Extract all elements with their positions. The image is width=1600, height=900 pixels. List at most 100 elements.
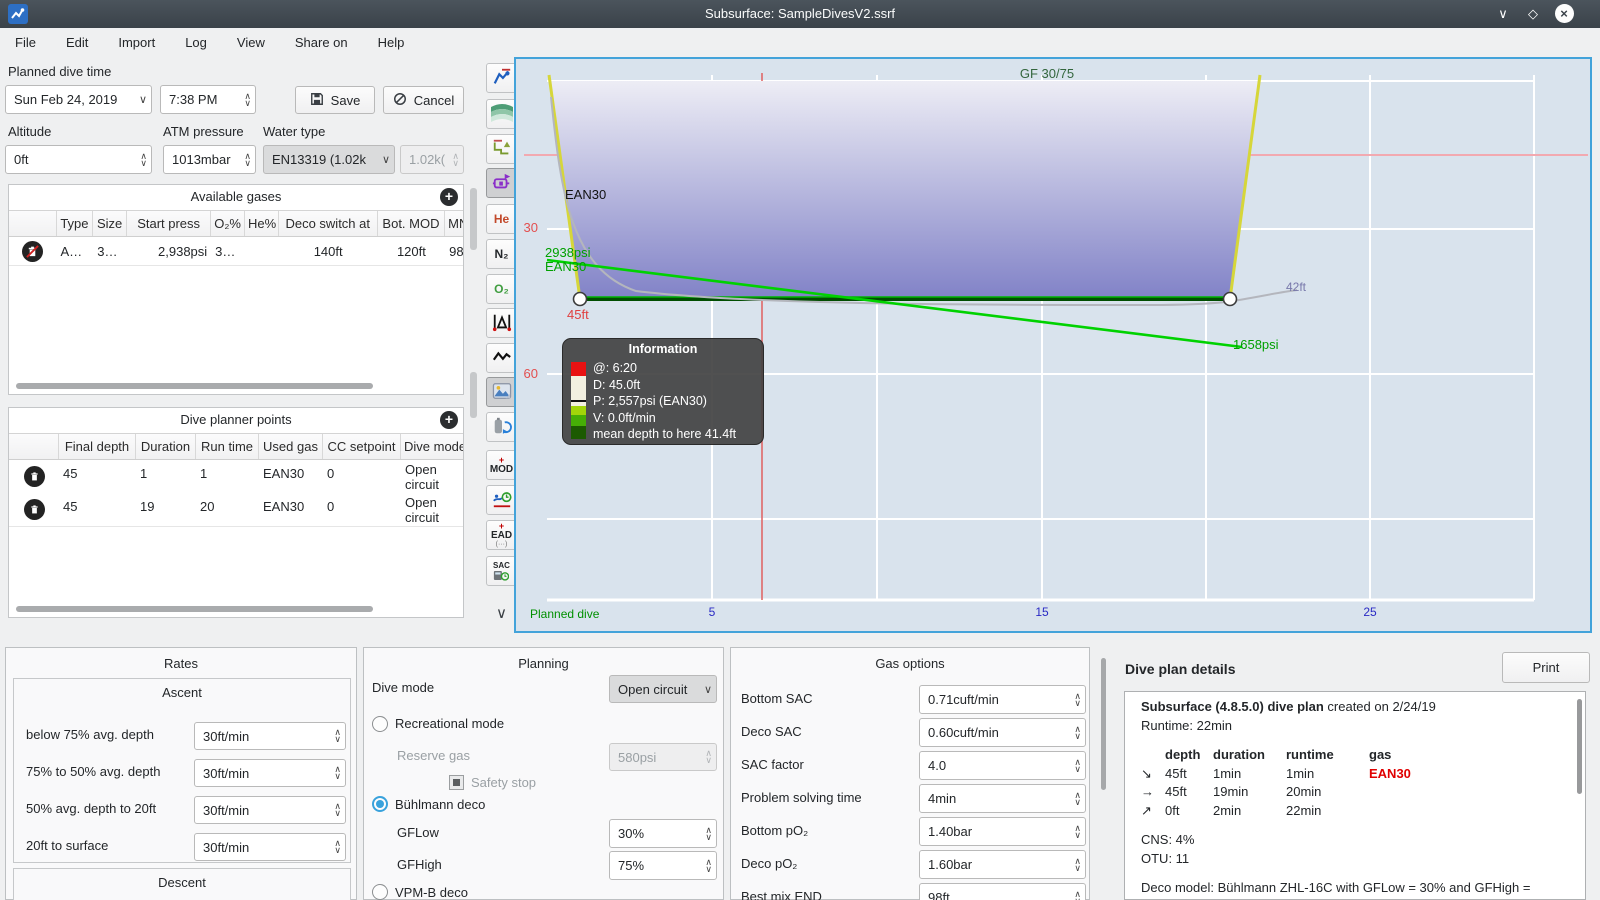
plan-runtime: Runtime: 22min — [1141, 717, 1233, 733]
tank-pressure-toggle-button[interactable] — [486, 168, 517, 198]
delete-point-button[interactable] — [9, 493, 59, 526]
bottom-po2-spinner[interactable]: 1.40bar ∧ ∨ — [919, 817, 1086, 846]
chart-info-tooltip: Information @: 6:20 D: 45.0ft P: 2,557ps… — [562, 338, 764, 445]
rates-title: Rates — [164, 656, 198, 671]
gas-table-row[interactable]: A… 3… 2,938psi 3… 140ft 120ft 98f — [9, 238, 463, 266]
gfhigh-spinner[interactable]: 75% ∧ ∨ — [609, 851, 717, 880]
dive-date-select[interactable]: Sun Feb 24, 2019 ∨ — [5, 85, 152, 114]
salinity-spinner: 1.02k( ∧ ∨ — [400, 145, 464, 174]
delete-gas-button[interactable] — [9, 238, 57, 265]
ead-toggle-button[interactable]: + EAD (···) — [486, 520, 517, 550]
n2-graph-button[interactable]: N₂ — [486, 239, 517, 269]
menu-help[interactable]: Help — [363, 28, 420, 58]
spin-down-icon: ∨ — [705, 755, 712, 765]
minimize-button[interactable]: ∨ — [1492, 4, 1514, 24]
bottom-sac-spinner[interactable]: 0.71cuft/min ∧ ∨ — [919, 685, 1086, 714]
gf-annotation: GF 30/75 — [1019, 66, 1075, 81]
planner-points-title: Dive planner points — [180, 412, 292, 427]
spin-down-icon: ∨ — [334, 734, 341, 744]
cancel-button[interactable]: Cancel — [383, 86, 464, 114]
recreational-mode-radio[interactable] — [372, 716, 388, 732]
menu-import[interactable]: Import — [103, 28, 170, 58]
best-mix-end-spinner[interactable]: 98ft ∧∨ — [919, 883, 1086, 900]
profile-toggle-button[interactable] — [486, 63, 517, 93]
spin-down-icon: ∨ — [1074, 730, 1081, 741]
available-gases-title: Available gases — [190, 189, 282, 204]
bottom-sac-label: Bottom SAC — [741, 691, 813, 706]
window-title: Subsurface: SampleDivesV2.ssrf — [704, 6, 896, 21]
problem-time-spinner[interactable]: 4min ∧ ∨ — [919, 784, 1086, 813]
available-gases-header: Type Size Start press O₂% He% Deco switc… — [9, 210, 463, 237]
toolbar-scroll-down-button[interactable]: ∨ — [486, 600, 517, 626]
deco-sac-spinner[interactable]: 0.60cuft/min ∧ ∨ — [919, 718, 1086, 747]
ascent-rate-spinner[interactable]: 30ft/min ∧ ∨ — [194, 833, 346, 861]
ndl-toggle-button[interactable] — [486, 485, 517, 515]
o2-graph-button[interactable]: O₂ — [486, 274, 517, 304]
altitude-spinner[interactable]: 0ft ∧ ∨ — [5, 145, 152, 174]
dive-mode-select[interactable]: Open circuit ∨ — [609, 675, 717, 703]
start-gas-label: EAN30 — [545, 259, 587, 274]
menu-file[interactable]: File — [0, 28, 51, 58]
tooltip-time: @: 6:20 — [593, 361, 637, 375]
tooltip-title: Information — [628, 342, 698, 356]
add-gas-button[interactable]: + — [440, 188, 458, 206]
ascent-rate-spinner[interactable]: 30ft/min ∧ ∨ — [194, 722, 346, 750]
menu-view[interactable]: View — [222, 28, 280, 58]
save-button[interactable]: Save — [295, 86, 375, 114]
ascent-rate-spinner[interactable]: 30ft/min ∧ ∨ — [194, 796, 346, 824]
deco-sac-label: Deco SAC — [741, 724, 802, 739]
left-panel-scrollbar[interactable] — [470, 372, 477, 418]
ceiling-toggle-button[interactable] — [486, 134, 517, 164]
heartrate-toggle-button[interactable] — [486, 343, 517, 373]
gflow-spinner[interactable]: 30% ∧ ∨ — [609, 819, 717, 848]
left-panel-scrollbar[interactable] — [470, 188, 477, 250]
time-tick-15: 15 — [1035, 605, 1049, 619]
atm-pressure-spinner[interactable]: 1013mbar ∧ ∨ — [163, 145, 256, 174]
water-type-label: Water type — [263, 124, 326, 139]
he-graph-button[interactable]: He — [486, 204, 517, 234]
titlebar[interactable]: Subsurface: SampleDivesV2.ssrf ∨ ◇ × — [0, 0, 1600, 28]
ascent-title: Ascent — [162, 685, 202, 700]
planner-point-row[interactable]: 45 1 1 EAN30 0 Open circuit — [9, 460, 463, 494]
print-button[interactable]: Print — [1502, 652, 1590, 683]
add-point-button[interactable]: + — [440, 411, 458, 429]
sac-factor-spinner[interactable]: 4.0 ∧ ∨ — [919, 751, 1086, 780]
tissues-toggle-button[interactable] — [486, 308, 517, 338]
sac-toggle-button[interactable]: SAC — [486, 556, 517, 586]
details-scrollbar[interactable] — [1101, 658, 1106, 790]
menu-log[interactable]: Log — [170, 28, 222, 58]
tooltip-mean-depth: mean depth to here 41.4ft — [593, 427, 737, 441]
oxygen-icon: O₂ — [494, 281, 509, 296]
sac-factor-label: SAC factor — [741, 757, 804, 772]
safety-stop-checkbox[interactable] — [449, 775, 464, 790]
menu-share-on[interactable]: Share on — [280, 28, 363, 58]
spin-down-icon: ∨ — [334, 845, 341, 855]
water-layers-button[interactable] — [486, 99, 517, 129]
altitude-label: Altitude — [8, 124, 52, 139]
deco-po2-spinner[interactable]: 1.60bar ∧ ∨ — [919, 850, 1086, 879]
menu-edit[interactable]: Edit — [51, 28, 103, 58]
points-horizontal-scrollbar[interactable] — [16, 606, 373, 612]
planned-dive-time-label: Planned dive time — [8, 64, 112, 79]
gases-horizontal-scrollbar[interactable] — [16, 383, 373, 389]
ascent-rate-label: below 75% avg. depth — [26, 727, 154, 742]
close-button[interactable]: × — [1553, 4, 1575, 24]
delete-point-button[interactable] — [9, 460, 59, 493]
gas-change-button[interactable] — [486, 412, 517, 442]
dive-profile-chart[interactable]: GF 30/75 30 60 EAN30 2938psi EAN30 45ft … — [514, 57, 1592, 633]
tank-swap-icon — [492, 416, 512, 439]
dive-planner-points-panel: Dive planner points + Final depth Durati… — [8, 407, 464, 618]
planning-panel: Planning Dive mode Open circuit ∨ Recrea… — [363, 647, 724, 900]
mod-toggle-button[interactable]: + MOD — [486, 450, 517, 480]
maximize-button[interactable]: ◇ — [1522, 4, 1544, 24]
dive-time-spinner[interactable]: 7:38 PM ∧ ∨ — [160, 85, 256, 114]
planner-point-row[interactable]: 45 19 20 EAN30 0 Open circuit — [9, 493, 463, 527]
vpmb-deco-radio[interactable] — [372, 884, 388, 900]
buhlmann-deco-radio[interactable] — [372, 796, 388, 812]
tooltip-speed: V: 0.0ft/min — [593, 410, 656, 425]
spin-down-icon: ∨ — [1074, 862, 1081, 873]
ascent-rate-spinner[interactable]: 30ft/min ∧ ∨ — [194, 759, 346, 787]
water-type-select[interactable]: EN13319 (1.02k ∨ — [263, 145, 395, 174]
photos-toggle-button[interactable] — [486, 377, 517, 407]
notes-scrollbar[interactable] — [1577, 699, 1582, 794]
